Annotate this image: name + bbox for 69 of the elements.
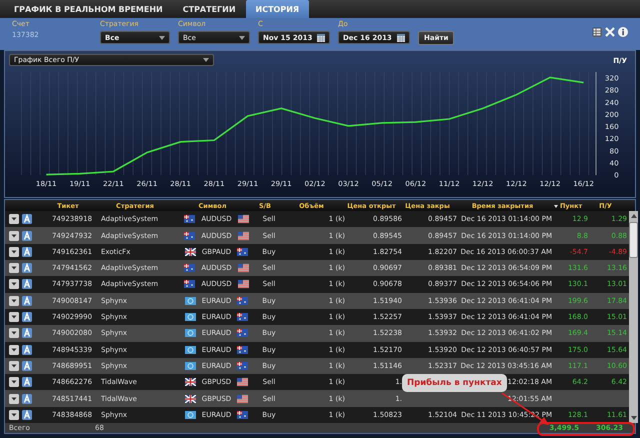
dropdown-icon[interactable] — [9, 296, 19, 306]
dropdown-icon[interactable] — [9, 279, 19, 290]
spreadsheet-icon[interactable] — [592, 27, 602, 37]
circle-flag-icon — [184, 313, 196, 322]
flag-icon — [238, 280, 249, 288]
caret-icon — [159, 36, 165, 40]
strategy-a-icon[interactable] — [22, 394, 32, 404]
calendar-icon[interactable] — [317, 34, 325, 42]
flag-icon — [184, 378, 196, 386]
flag-icon — [237, 394, 248, 403]
dropdown-icon[interactable] — [9, 360, 19, 371]
dropdown-icon[interactable] — [9, 263, 19, 274]
dropdown-icon[interactable] — [9, 410, 19, 420]
dropdown-icon[interactable] — [9, 246, 19, 257]
caret-icon — [203, 58, 209, 62]
flag-icon — [237, 346, 248, 354]
scroll-up-icon[interactable] — [630, 213, 638, 220]
dropdown-icon[interactable] — [9, 312, 19, 322]
tab[interactable]: СТРАТЕГИИ — [172, 0, 246, 18]
flag-icon — [238, 232, 249, 240]
strategy-a-icon[interactable] — [22, 214, 32, 224]
tab[interactable]: ГРАФИК В РЕАЛЬНОМ ВРЕМЕНИ — [4, 0, 173, 18]
flag-icon — [237, 410, 248, 419]
strategy-a-icon[interactable] — [22, 410, 32, 420]
caret-icon — [239, 36, 245, 40]
flag-icon — [237, 313, 248, 322]
flag-icon — [184, 264, 196, 272]
strategy-a-icon[interactable] — [22, 360, 32, 371]
flag-icon — [184, 232, 196, 240]
flag-icon — [237, 378, 248, 386]
circle-flag-icon — [184, 346, 196, 354]
tab[interactable]: ИСТОРИЯ — [246, 0, 310, 18]
strategy-a-icon[interactable] — [22, 263, 32, 274]
scrollbar[interactable] — [629, 211, 638, 423]
strategy-a-icon[interactable] — [22, 344, 32, 355]
flag-icon — [184, 248, 196, 256]
flag-icon — [238, 215, 249, 224]
flag-icon — [184, 215, 196, 224]
dropdown-icon[interactable] — [9, 328, 19, 338]
circle-flag-icon — [184, 329, 196, 338]
dropdown-icon[interactable] — [9, 230, 19, 241]
flag-icon — [237, 362, 248, 370]
circle-flag-icon — [184, 410, 196, 419]
strategy-a-icon[interactable] — [22, 246, 32, 257]
circle-flag-icon — [184, 362, 196, 370]
flag-icon — [184, 394, 196, 403]
strategy-a-icon[interactable] — [22, 230, 32, 241]
close-icon[interactable] — [605, 27, 615, 37]
scroll-thumb[interactable] — [629, 222, 638, 258]
circle-flag-icon — [184, 296, 196, 305]
dropdown-icon[interactable] — [9, 344, 19, 355]
dropdown-icon[interactable] — [9, 214, 19, 224]
calendar-icon[interactable] — [397, 34, 405, 42]
strategy-a-icon[interactable] — [22, 377, 32, 388]
dropdown-icon[interactable] — [9, 394, 19, 404]
flag-icon — [237, 329, 248, 338]
info-icon[interactable] — [618, 27, 628, 37]
flag-icon — [184, 280, 196, 288]
flag-icon — [237, 248, 248, 256]
strategy-a-icon[interactable] — [22, 279, 32, 290]
scroll-down-icon[interactable] — [630, 415, 638, 421]
sort-icon — [554, 204, 558, 208]
flag-icon — [237, 296, 248, 305]
flag-icon — [238, 264, 249, 272]
dropdown-icon[interactable] — [9, 377, 19, 388]
callout: Прибыль в пунктах — [402, 374, 507, 392]
strategy-a-icon[interactable] — [22, 328, 32, 338]
strategy-a-icon[interactable] — [22, 312, 32, 322]
strategy-a-icon[interactable] — [22, 296, 32, 306]
